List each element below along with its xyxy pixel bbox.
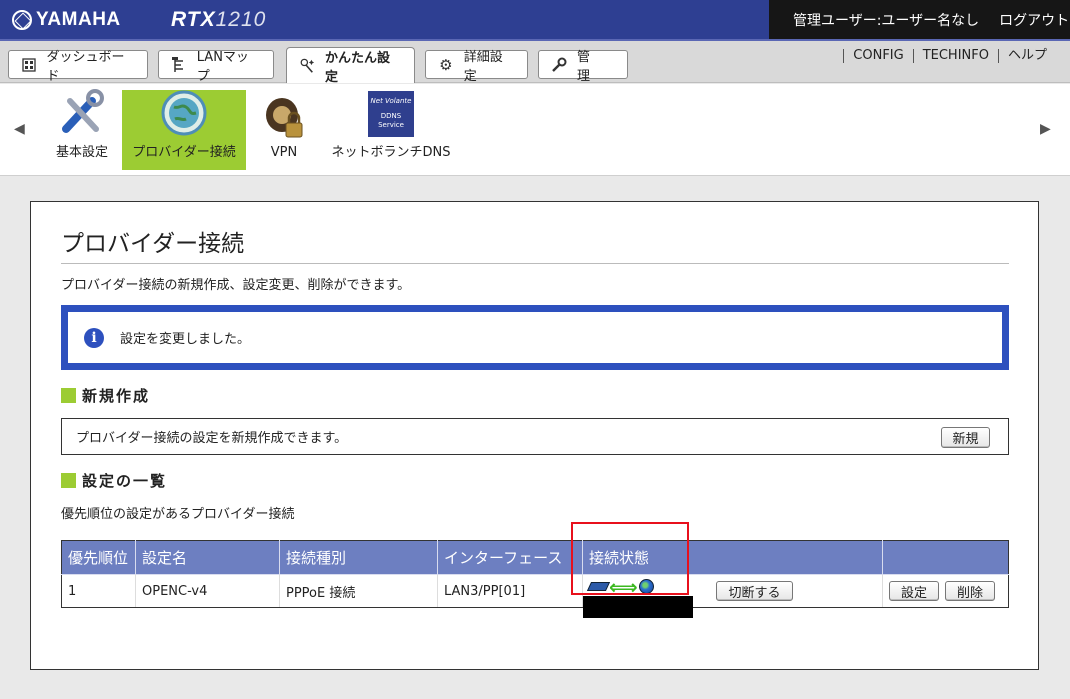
table-row: 1 OPENC-v4 PPPoE 接続 LAN3/PP[01] ⟺ 切断する 設… (61, 574, 1009, 618)
content-panel: プロバイダー接続 プロバイダー接続の新規作成、設定変更、削除ができます。 i 設… (30, 201, 1039, 670)
provider-table: 優先順位 設定名 接続種別 インターフェース 接続状態 1 OPENC-v4 P… (61, 540, 1009, 618)
tab-management[interactable]: 管 理 (538, 50, 628, 84)
new-section-heading: 新規作成 (61, 385, 150, 406)
cell-interface: LAN3/PP[01] (437, 574, 583, 608)
col-type: 接続種別 (279, 540, 438, 575)
model-name: RTX1210 (171, 8, 267, 31)
info-icon: i (84, 327, 104, 348)
help-link[interactable]: ヘルプ (997, 49, 1056, 63)
ddns-icon: Net Volante DDNS Service (368, 91, 414, 137)
tab-lan-map[interactable]: LANマップ (158, 50, 274, 84)
redaction-bar (583, 596, 693, 618)
top-header: YAMAHA RTX1210 管理ユーザー:ユーザー名なし ログアウト (0, 0, 1070, 41)
main-tab-bar: ダッシュボード LANマップ かんたん設定 ⚙ 詳細設定 管 理 CONFIG … (0, 41, 1070, 85)
wand-icon (299, 58, 315, 74)
cell-name: OPENC-v4 (135, 574, 280, 608)
col-actions (882, 540, 1009, 575)
tab-dashboard[interactable]: ダッシュボード (8, 50, 148, 84)
cell-priority: 1 (61, 574, 136, 608)
new-entry-text: プロバイダー接続の設定を新規作成できます。 (76, 431, 348, 446)
page-description: プロバイダー接続の新規作成、設定変更、削除ができます。 (61, 278, 411, 293)
title-divider (61, 263, 1009, 264)
yamaha-emblem-icon (12, 10, 32, 30)
scroll-left-arrow-icon[interactable]: ◀ (14, 121, 25, 137)
user-label: 管理ユーザー:ユーザー名なし (793, 12, 980, 29)
tab-easy-setup[interactable]: かんたん設定 (286, 47, 415, 85)
wrench-icon (551, 57, 567, 73)
list-description: 優先順位の設定があるプロバイダー接続 (61, 507, 295, 522)
table-header-row: 優先順位 設定名 接続種別 インターフェース 接続状態 (61, 540, 1009, 575)
cell-actions: 設定 削除 (882, 574, 1009, 608)
section-marker-icon (61, 473, 76, 488)
col-interface: インターフェース (437, 540, 583, 575)
subnav-basic-settings[interactable]: 基本設定 (44, 89, 120, 170)
user-box: 管理ユーザー:ユーザー名なし ログアウト (769, 0, 1070, 39)
edit-button[interactable]: 設定 (889, 581, 939, 601)
highlight-box (571, 522, 689, 595)
sub-navigation: ◀ 基本設定 プロバイダー接続 VPN Net Volante DDNS Ser… (0, 84, 1070, 176)
lan-map-icon (171, 56, 187, 73)
techinfo-link[interactable]: TECHINFO (912, 49, 998, 63)
dashboard-icon (21, 57, 37, 73)
page-title: プロバイダー接続 (61, 231, 245, 257)
scroll-right-arrow-icon[interactable]: ▶ (1040, 121, 1051, 137)
subnav-provider-connection[interactable]: プロバイダー接続 (122, 90, 246, 170)
logout-link[interactable]: ログアウト (999, 10, 1069, 30)
notice-text: 設定を変更しました。 (120, 332, 251, 347)
brand-name: YAMAHA (36, 9, 121, 30)
gear-icon: ⚙ (439, 55, 453, 74)
section-marker-icon (61, 388, 76, 403)
new-button[interactable]: 新規 (941, 427, 990, 448)
subnav-vpn[interactable]: VPN (252, 90, 316, 170)
delete-button[interactable]: 削除 (945, 581, 995, 601)
info-notice: i 設定を変更しました。 (61, 305, 1009, 370)
tools-icon (58, 89, 106, 137)
list-section-heading: 設定の一覧 (61, 470, 167, 491)
config-link[interactable]: CONFIG (843, 49, 912, 63)
disconnect-button[interactable]: 切断する (716, 581, 793, 601)
yamaha-logo: YAMAHA (12, 9, 121, 31)
globe-icon (160, 89, 208, 137)
new-entry-box: プロバイダー接続の設定を新規作成できます。 新規 (61, 418, 1009, 455)
tab-advanced-settings[interactable]: ⚙ 詳細設定 (425, 50, 528, 84)
cell-type: PPPoE 接続 (279, 574, 438, 608)
subnav-netvolante-dns[interactable]: Net Volante DDNS Service ネットボランチDNS (326, 90, 456, 170)
vpn-icon (260, 93, 308, 141)
utility-links: CONFIG TECHINFO ヘルプ (843, 49, 1056, 63)
col-priority: 優先順位 (61, 540, 136, 575)
col-name: 設定名 (135, 540, 280, 575)
